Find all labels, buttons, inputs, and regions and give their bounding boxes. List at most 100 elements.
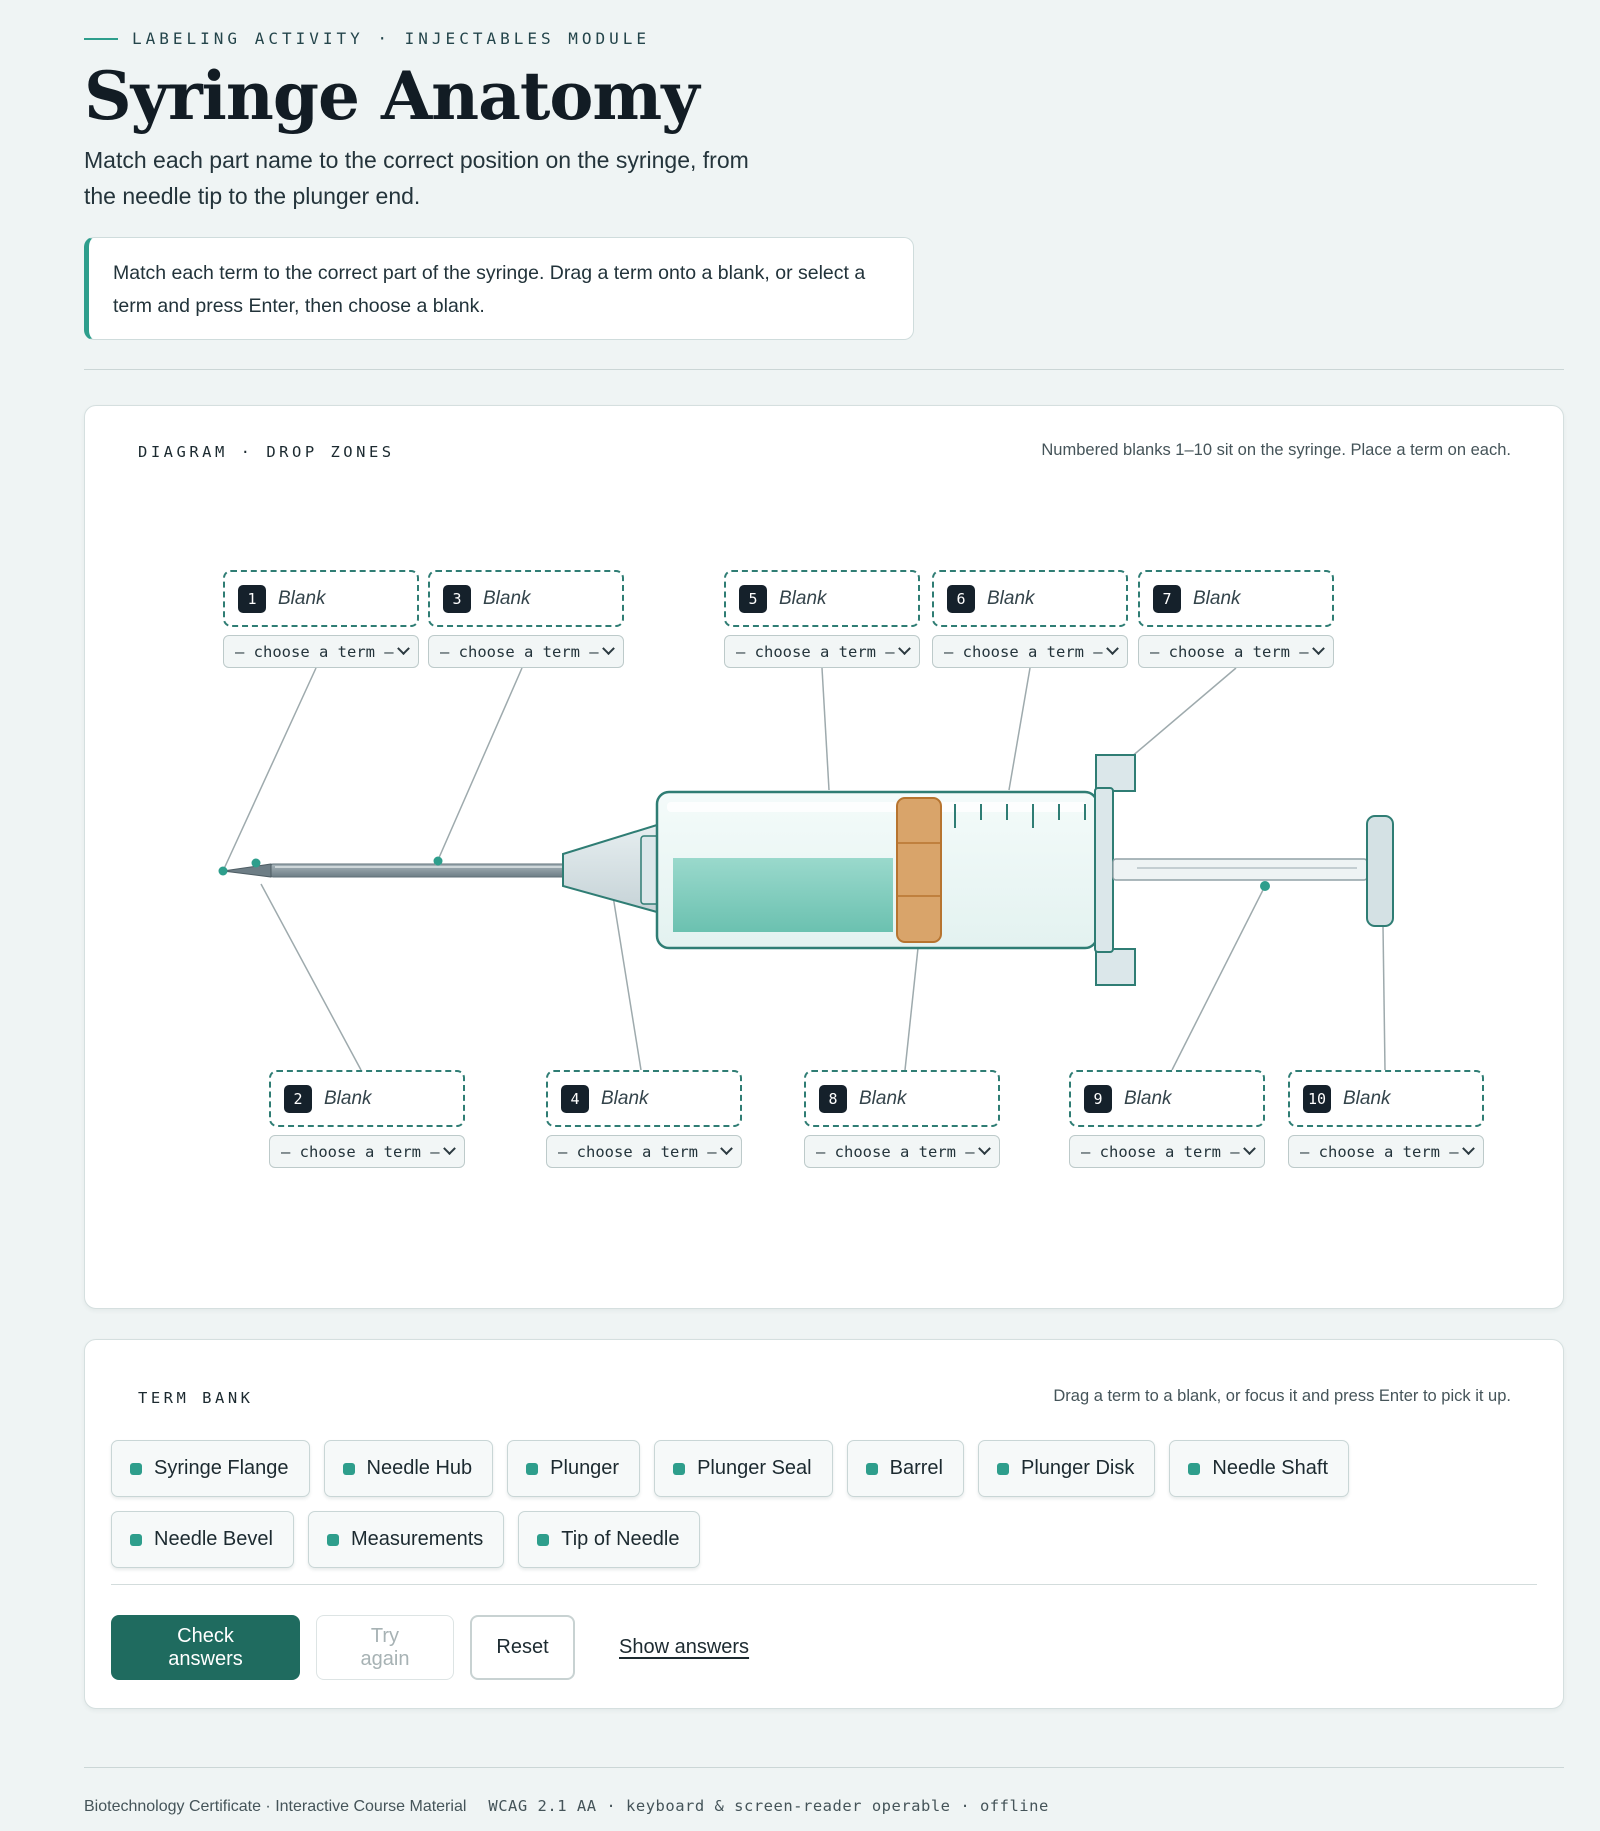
- leader-line-8: [904, 947, 919, 1071]
- blank-slot[interactable]: 9 Blank: [1069, 1070, 1265, 1127]
- blank-label: Blank: [601, 1087, 649, 1109]
- needle-bevel: [222, 863, 272, 878]
- blank-slot[interactable]: 3 Blank: [428, 570, 624, 627]
- term-label: Plunger: [550, 1457, 620, 1479]
- anchor-dot-9: [1260, 881, 1270, 891]
- drag-handle-icon: [130, 1533, 142, 1546]
- term-chip[interactable]: Needle Shaft: [1169, 1440, 1350, 1497]
- blank-label: Blank: [324, 1087, 372, 1109]
- blank-number: 6: [947, 584, 975, 613]
- chevron-down-icon: [720, 1142, 733, 1156]
- term-label: Plunger Seal: [697, 1457, 812, 1479]
- term-select[interactable]: — choose a term —: [724, 635, 920, 668]
- term-chip[interactable]: Needle Bevel: [111, 1511, 294, 1568]
- footer-a11y: WCAG 2.1 AA · keyboard & screen-reader o…: [488, 1797, 1049, 1815]
- drag-handle-icon: [996, 1462, 1009, 1475]
- blank-label: Blank: [483, 587, 531, 609]
- anchor-dot-2: [251, 858, 261, 868]
- page-subtitle: Match each part name to the correct posi…: [84, 147, 749, 209]
- footer-divider: [84, 1767, 1564, 1768]
- drag-handle-icon: [673, 1462, 686, 1475]
- plunger: [1112, 858, 1368, 891]
- plunger-seal: [896, 797, 942, 943]
- drag-handle-icon: [130, 1462, 142, 1475]
- instructions-callout: Match each term to the correct part of t…: [84, 237, 914, 340]
- term-select[interactable]: — choose a term —: [1069, 1135, 1265, 1168]
- term-bank-note: Drag a term to a blank, or focus it and …: [1053, 1387, 1511, 1405]
- drop-zone-7: 7 Blank — choose a term —: [1138, 570, 1334, 668]
- term-label: Barrel: [889, 1457, 943, 1479]
- drag-handle-icon: [1188, 1462, 1201, 1475]
- blank-label: Blank: [1343, 1087, 1391, 1109]
- term-bank-card: TERM BANK Drag a term to a blank, or foc…: [84, 1339, 1564, 1709]
- drop-zone-6: 6 Blank — choose a term —: [932, 570, 1128, 668]
- term-label: Needle Bevel: [154, 1528, 273, 1550]
- blank-number: 2: [284, 1084, 312, 1113]
- check-answers-button[interactable]: Check answers: [111, 1615, 300, 1680]
- blank-slot[interactable]: 1 Blank: [223, 570, 419, 627]
- leader-line-7: [1129, 667, 1237, 759]
- term-select[interactable]: — choose a term —: [428, 635, 624, 668]
- select-value: — choose a term —: [281, 1142, 440, 1161]
- show-answers-link[interactable]: Show answers: [619, 1636, 749, 1659]
- term-select[interactable]: — choose a term —: [1138, 635, 1334, 668]
- drop-zone-3: 3 Blank — choose a term —: [428, 570, 624, 668]
- term-select[interactable]: — choose a term —: [1288, 1135, 1484, 1168]
- drop-zone-8: 8 Blank — choose a term —: [804, 1070, 1000, 1168]
- barrel: [655, 790, 1099, 950]
- select-value: — choose a term —: [944, 642, 1103, 661]
- blank-slot[interactable]: 5 Blank: [724, 570, 920, 627]
- blank-number: 10: [1303, 1084, 1331, 1113]
- chevron-down-icon: [397, 642, 410, 656]
- term-chip[interactable]: Tip of Needle: [518, 1511, 701, 1568]
- blank-slot[interactable]: 2 Blank: [269, 1070, 465, 1127]
- drag-handle-icon: [537, 1533, 550, 1546]
- fluid: [673, 858, 893, 932]
- term-chip[interactable]: Plunger Disk: [977, 1440, 1156, 1497]
- term-bank-heading: TERM BANK: [138, 1389, 254, 1407]
- term-chip[interactable]: Needle Hub: [323, 1440, 494, 1497]
- eyebrow-rule: [84, 37, 118, 40]
- term-chip[interactable]: Syringe Flange: [111, 1440, 310, 1497]
- drop-zone-2: 2 Blank — choose a term —: [269, 1070, 465, 1168]
- drag-handle-icon: [865, 1462, 878, 1475]
- term-chip[interactable]: Plunger: [507, 1440, 641, 1497]
- select-value: — choose a term —: [736, 642, 895, 661]
- reset-button[interactable]: Reset: [470, 1615, 575, 1680]
- leader-line-4: [612, 895, 642, 1071]
- select-value: — choose a term —: [558, 1142, 717, 1161]
- chevron-down-icon: [1462, 1142, 1475, 1156]
- term-chip[interactable]: Measurements: [307, 1511, 505, 1568]
- term-select[interactable]: — choose a term —: [804, 1135, 1000, 1168]
- blank-label: Blank: [779, 587, 827, 609]
- term-chip[interactable]: Barrel: [846, 1440, 964, 1497]
- term-select[interactable]: — choose a term —: [223, 635, 419, 668]
- blank-label: Blank: [859, 1087, 907, 1109]
- blank-slot[interactable]: 8 Blank: [804, 1070, 1000, 1127]
- try-again-button[interactable]: Try again: [316, 1615, 454, 1680]
- blank-slot[interactable]: 7 Blank: [1138, 570, 1334, 627]
- term-select[interactable]: — choose a term —: [546, 1135, 742, 1168]
- blank-slot[interactable]: 6 Blank: [932, 570, 1128, 627]
- term-chip[interactable]: Plunger Seal: [654, 1440, 833, 1497]
- term-select[interactable]: — choose a term —: [269, 1135, 465, 1168]
- chevron-down-icon: [1312, 642, 1325, 656]
- blank-number: 9: [1084, 1084, 1112, 1113]
- drag-handle-icon: [326, 1533, 339, 1546]
- header-divider: [84, 369, 1564, 370]
- chevron-down-icon: [1243, 1142, 1256, 1156]
- term-bank-divider: [111, 1584, 1537, 1585]
- chevron-down-icon: [602, 642, 615, 656]
- blank-slot[interactable]: 4 Blank: [546, 1070, 742, 1127]
- leader-line-2: [260, 883, 362, 1071]
- blank-number: 4: [561, 1084, 589, 1113]
- drop-zone-5: 5 Blank — choose a term —: [724, 570, 920, 668]
- syringe-diagram: [218, 667, 1394, 1071]
- chevron-down-icon: [1106, 642, 1119, 656]
- select-value: — choose a term —: [235, 642, 394, 661]
- blank-slot[interactable]: 10 Blank: [1288, 1070, 1484, 1127]
- chevron-down-icon: [978, 1142, 991, 1156]
- anchor-dot-3: [433, 856, 443, 866]
- blank-number: 7: [1153, 584, 1181, 613]
- term-select[interactable]: — choose a term —: [932, 635, 1128, 668]
